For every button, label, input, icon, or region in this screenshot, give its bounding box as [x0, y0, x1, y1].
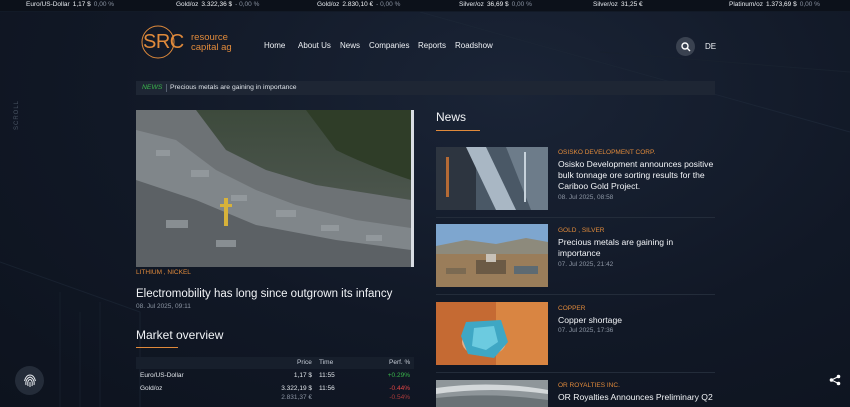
news-headline[interactable]: Precious metals are gaining in importanc…: [558, 237, 718, 259]
ticker-item: Gold/oz 3.322,36 $ - 0,00 %: [176, 1, 260, 8]
header-perf: Perf. %: [389, 359, 411, 366]
news-category[interactable]: OSISKO DEVELOPMENT CORP.: [558, 149, 655, 156]
fingerprint-icon: [23, 373, 36, 387]
ticker-item: Silver/oz 31,25 €: [593, 1, 643, 8]
language-switch[interactable]: DE: [705, 42, 716, 51]
news-thumbnail[interactable]: [436, 147, 548, 210]
search-icon: [680, 41, 690, 51]
scroll-indicator: SCROLL: [14, 99, 20, 130]
mine-site-photo: [436, 224, 548, 287]
news-thumbnail[interactable]: [436, 380, 548, 407]
news-thumbnail[interactable]: [436, 302, 548, 365]
copper-ore-photo: [436, 302, 548, 365]
market-overview-title: Market overview: [136, 328, 224, 342]
title-underline: [436, 130, 480, 131]
news-section-title: News: [436, 110, 467, 124]
ticker-item: Euro/US-Dollar 1,17 $0,00 %: [26, 1, 115, 8]
news-headline[interactable]: OR Royalties Announces Preliminary Q2: [558, 392, 718, 403]
nav-companies[interactable]: Companies: [369, 41, 409, 50]
nav-home[interactable]: Home: [264, 41, 285, 50]
site-logo[interactable]: SRC resource capital ag: [136, 25, 238, 61]
nav-reports[interactable]: Reports: [418, 41, 446, 50]
news-category[interactable]: COPPER: [558, 305, 585, 312]
mine-aerial-photo: [436, 380, 548, 407]
divider: [436, 217, 715, 218]
featured-date: 08. Jul 2025, 09:11: [136, 303, 191, 310]
news-category[interactable]: GOLD , SILVER: [558, 227, 604, 234]
fingerprint-button[interactable]: [15, 366, 44, 395]
news-date: 07. Jul 2025, 21:42: [558, 261, 614, 268]
news-strip-divider: [166, 84, 167, 92]
row-time: 11:56: [319, 385, 335, 392]
news-date: 07. Jul 2025, 17:36: [558, 327, 614, 334]
background-decoration: [0, 12, 850, 407]
row-perf: -0.44%: [389, 385, 410, 392]
logo-mark: SRC: [143, 31, 184, 53]
header-price: Price: [297, 359, 312, 366]
featured-image[interactable]: [136, 110, 414, 267]
header-time: Time: [319, 359, 334, 366]
row-name: Euro/US-Dollar: [140, 372, 184, 379]
nav-about-us[interactable]: About Us: [298, 41, 331, 50]
featured-title[interactable]: Electromobility has long since outgrown …: [136, 288, 392, 300]
price-ticker: Euro/US-Dollar 1,17 $0,00 % Gold/oz 3.322,…: [0, 0, 850, 11]
ticker-item: Platinum/oz 1.373,69 $0,00 %: [729, 1, 820, 8]
news-category[interactable]: OR ROYALTIES INC.: [558, 382, 620, 389]
search-button[interactable]: [676, 37, 695, 56]
nav-news[interactable]: News: [340, 41, 360, 50]
ticker-item: Silver/oz 36,69 $0,00 %: [459, 1, 532, 8]
row-time: 11:55: [319, 372, 335, 379]
news-thumbnail[interactable]: [436, 224, 548, 287]
row-price: 1,17 $: [293, 372, 312, 379]
market-table-header: Price Time Perf. %: [136, 357, 414, 369]
logo-text-line2: capital ag: [191, 42, 232, 53]
rock-quarry-photo: [136, 110, 411, 267]
share-icon[interactable]: [829, 374, 841, 386]
news-strip[interactable]: NEWS Precious metals are gaining in impo…: [136, 81, 715, 95]
news-strip-text[interactable]: Precious metals are gaining in importanc…: [170, 84, 297, 91]
divider: [436, 372, 715, 373]
news-headline[interactable]: Copper shortage: [558, 315, 718, 326]
row-perf-eur: -0.54%: [389, 394, 410, 401]
featured-category[interactable]: LITHIUM , NICKEL: [136, 269, 191, 276]
news-date: 08. Jul 2025, 08:58: [558, 194, 614, 201]
row-perf: +0.29%: [387, 372, 410, 379]
divider: [436, 294, 715, 295]
ore-sorting-photo: [436, 147, 548, 210]
row-name: Gold/oz: [140, 385, 163, 392]
row-price: 3.322,19 $: [281, 385, 312, 392]
row-price-eur: 2.831,37 €: [281, 394, 312, 401]
nav-roadshow[interactable]: Roadshow: [455, 41, 493, 50]
news-headline[interactable]: Osisko Development announces positive bu…: [558, 159, 718, 192]
news-strip-tag: NEWS: [142, 84, 163, 91]
title-underline: [136, 347, 178, 348]
ticker-item: Gold/oz 2.830,10 € - 0,00 %: [317, 1, 401, 8]
